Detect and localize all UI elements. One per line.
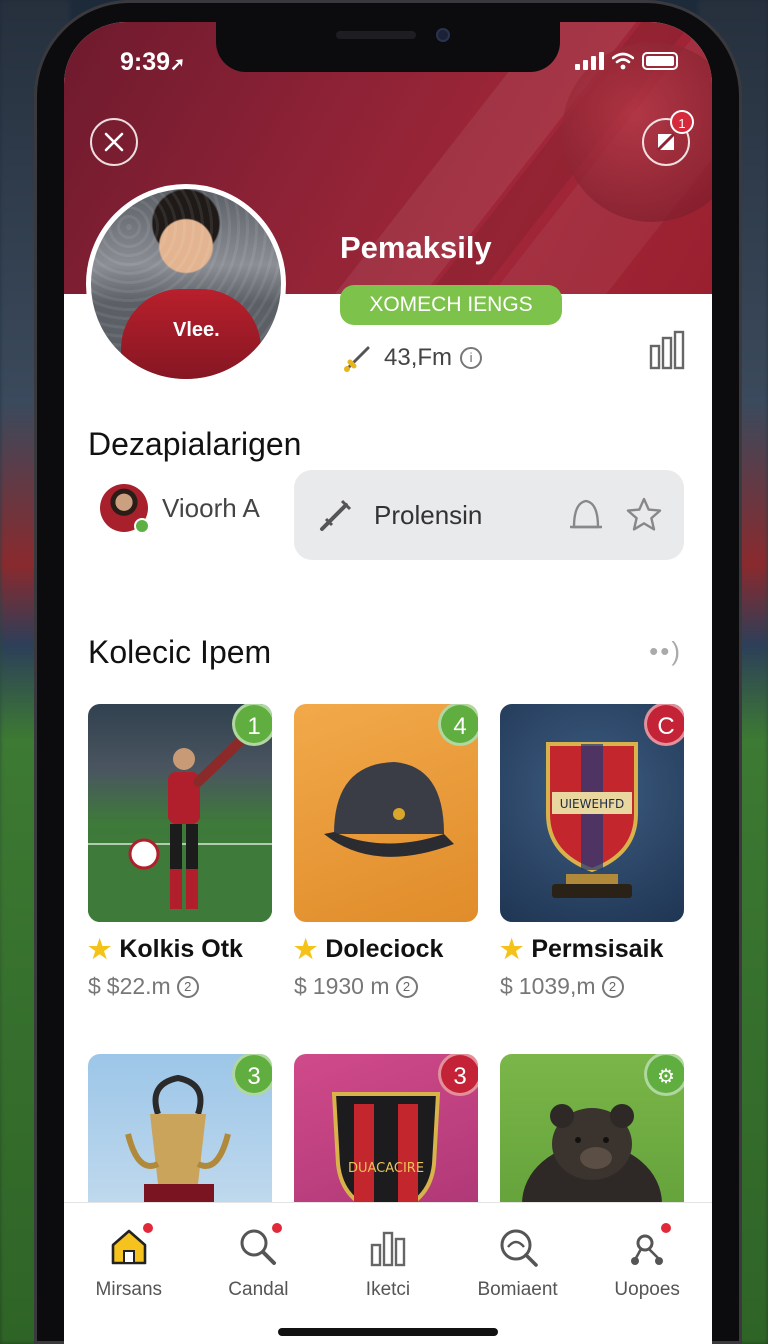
item-badge: 4 (438, 704, 478, 746)
item-name: Doleciock (325, 935, 444, 963)
item-badge: 3 (232, 1054, 272, 1096)
nav-item-home[interactable]: Mirsans (64, 1203, 194, 1344)
friend-name: Vioorh A (162, 492, 260, 523)
helmet-icon[interactable] (564, 493, 608, 537)
nav-item-stats[interactable]: Iketci (323, 1203, 453, 1344)
item-title: ★ Permsisaik (500, 934, 684, 965)
collection-item[interactable]: UIEWEHFD C ★ Permsisaik $1039,m 2 (500, 704, 684, 1000)
star-icon: ★ (294, 934, 318, 964)
bar-chart-icon-graphic (370, 1231, 406, 1267)
item-price-value: 1930 m (312, 973, 390, 999)
notch (216, 22, 560, 72)
nav-item-search[interactable]: Candal (194, 1203, 324, 1344)
battery-icon (642, 52, 678, 70)
profile-name: Pemaksily (340, 230, 492, 265)
item-name: Kolkis Otk (119, 935, 243, 963)
nav-item-profile[interactable]: Uopoes (582, 1203, 712, 1344)
bar-chart-icon (366, 1225, 410, 1269)
item-image: UIEWEHFD C (500, 704, 684, 922)
close-button[interactable] (90, 118, 138, 166)
info-icon[interactable]: 2 (176, 975, 199, 998)
item-image: 1 (88, 704, 272, 922)
crest-text: DUACACIRE (348, 1161, 424, 1176)
star-icon[interactable] (624, 495, 664, 535)
currency-icon: $ (500, 973, 513, 999)
crest-text: UIEWEHFD (560, 797, 625, 811)
star-icon: ★ (88, 934, 112, 964)
action-card[interactable]: Prolensin (294, 470, 684, 560)
currency-icon: $ (294, 973, 307, 999)
stats-button[interactable] (646, 328, 690, 372)
gear-icon: ⚙ (644, 1054, 684, 1096)
friend-avatar (100, 484, 150, 534)
signal-bar (575, 64, 580, 70)
notification-dot (140, 1221, 155, 1235)
nav-label: Iketci (365, 1279, 411, 1300)
battery-level (646, 56, 674, 66)
status-time-text: 9:39 (120, 48, 171, 76)
search-icon (236, 1221, 285, 1269)
camera (436, 28, 450, 42)
friends-section-title: Dezapialarigen (88, 426, 302, 462)
signal-bar (591, 56, 596, 70)
collection-section-title: Kolecic Ipem (88, 634, 272, 670)
item-name: Permsisaik (531, 935, 664, 963)
nav-label: Uopoes (614, 1279, 680, 1300)
item-title: ★ Doleciock (294, 934, 478, 965)
collection-item[interactable]: 1 ★ Kolkis Otk $ $22.m 2 (88, 704, 272, 1000)
magnifier-icon-graphic (500, 1229, 538, 1267)
magnifier-icon (496, 1225, 540, 1269)
collection-item[interactable]: 4 ★ Doleciock $1930 m2 (294, 704, 478, 1000)
speaker (336, 31, 416, 39)
item-price-value: 1039,m (518, 973, 596, 999)
bottom-nav: Mirsans Candal Iketci Bomiaent Uopoes (64, 1202, 712, 1344)
more-button[interactable]: ••) (649, 636, 682, 667)
app-screen: 9:39➚ 1 Vlee. Pemaksily XOMECH IENGS 43,… (64, 22, 712, 1344)
notification-badge: 1 (670, 110, 694, 134)
notification-dot (659, 1221, 674, 1235)
level-badge: XOMECH IENGS (340, 285, 562, 325)
signal-bar (583, 60, 588, 70)
status-time: 9:39➚ (120, 48, 185, 77)
nav-label: Bomiaent (477, 1279, 558, 1300)
sword-icon (344, 346, 370, 372)
item-badge: C (644, 704, 684, 746)
star-icon: ★ (500, 934, 524, 964)
signal-icon (575, 52, 604, 70)
bar-chart-icon (649, 330, 685, 370)
item-badge: 1 (232, 704, 272, 746)
notification-dot (270, 1221, 285, 1235)
item-price: $ $22.m 2 (88, 973, 272, 1000)
currency-icon: $ (88, 973, 101, 999)
nav-label: Candal (228, 1279, 289, 1300)
friend-item[interactable]: Vioorh A (100, 484, 260, 534)
jersey-text: Vlee. (173, 319, 220, 341)
item-badge: 3 (438, 1054, 478, 1096)
close-icon (104, 132, 124, 152)
item-title: ★ Kolkis Otk (88, 934, 272, 965)
action-label: Prolensin (374, 499, 483, 530)
wifi-icon (612, 52, 634, 70)
info-icon[interactable]: i (460, 347, 483, 369)
coins-value: 43,Fm (384, 344, 453, 371)
edit-icon (656, 132, 676, 152)
nav-label: Mirsans (95, 1279, 163, 1300)
item-image: 4 (294, 704, 478, 922)
item-price: $1039,m 2 (500, 973, 684, 1000)
location-arrow-icon: ➚ (170, 54, 186, 74)
home-indicator[interactable] (278, 1328, 498, 1336)
nav-item-explore[interactable]: Bomiaent (453, 1203, 583, 1344)
home-icon (107, 1221, 155, 1269)
coins-balance: 43,Fm i (340, 340, 483, 376)
online-indicator (134, 518, 150, 534)
signal-bar (599, 52, 604, 70)
item-price-value: $22.m (106, 973, 171, 999)
avatar[interactable]: Vlee. (86, 184, 286, 384)
item-price: $1930 m2 (294, 973, 478, 1000)
info-icon[interactable]: 2 (395, 975, 418, 998)
share-icon (625, 1221, 674, 1269)
info-icon[interactable]: 2 (601, 975, 624, 998)
status-icons (575, 52, 678, 70)
sword-icon (320, 499, 352, 531)
